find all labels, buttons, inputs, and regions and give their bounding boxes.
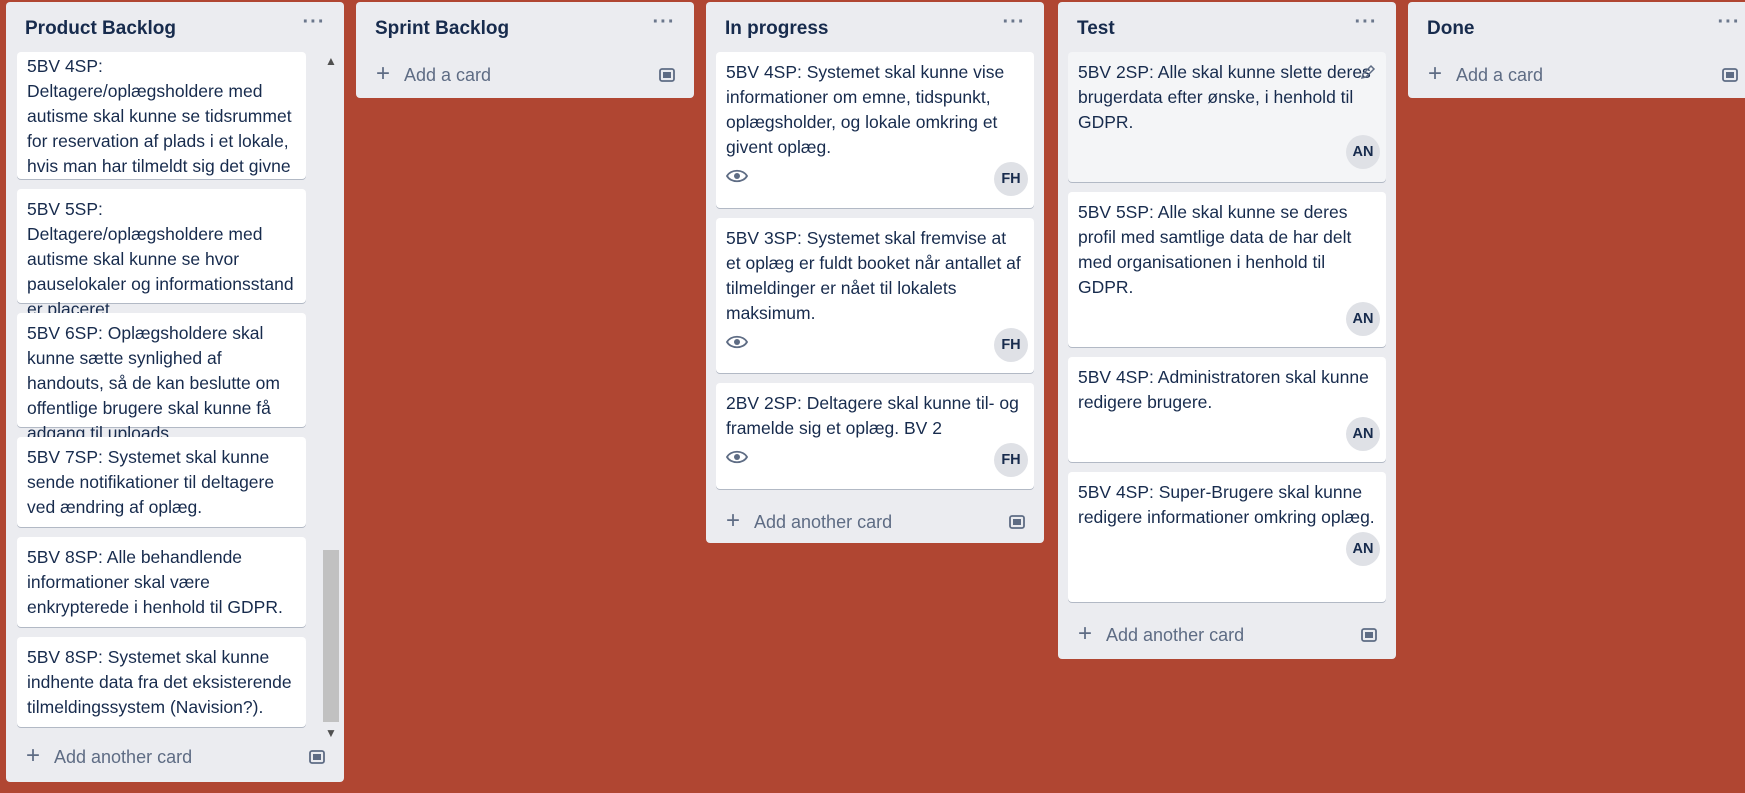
member-avatar[interactable]: FH [994, 328, 1028, 362]
card-badges: FH [726, 162, 1028, 198]
member-avatar[interactable]: AN [1346, 532, 1380, 566]
eye-icon [726, 169, 748, 183]
add-card-button[interactable]: + Add another card [6, 734, 344, 780]
add-card-button[interactable]: + Add a card [356, 52, 694, 98]
card[interactable]: 5BV 7SP: Systemet skal kunne sende notif… [17, 437, 306, 527]
scroll-thumb[interactable] [323, 550, 339, 722]
card[interactable]: 5BV 3SP: Systemet skal fremvise at et op… [716, 218, 1034, 373]
list-done: Done ··· + Add a card [1408, 2, 1745, 98]
list-header: Product Backlog ··· [6, 2, 344, 52]
card-title: 5BV 4SP: Systemet skal kunne vise inform… [726, 62, 1005, 157]
card-title: 5BV 4SP: Super-Brugere skal kunne redige… [1078, 482, 1375, 527]
card[interactable]: 5BV 4SP: Super-Brugere skal kunne redige… [1068, 472, 1386, 602]
eye-icon [726, 335, 748, 349]
add-card-label: Add another card [1106, 625, 1245, 645]
add-card-label: Add another card [54, 747, 193, 767]
card[interactable]: 5BV 8SP: Alle behandlende informationer … [17, 537, 306, 627]
member-avatar[interactable]: FH [994, 162, 1028, 196]
card-title: 5BV 4SP: Administratoren skal kunne redi… [1078, 367, 1369, 412]
card-template-icon[interactable] [1721, 66, 1739, 84]
card-template-icon[interactable] [658, 66, 676, 84]
list-title[interactable]: Test [1077, 18, 1115, 40]
card[interactable]: 2BV 2SP: Deltagere skal kunne til- og fr… [716, 383, 1034, 489]
card-title: 5BV 4SP: Deltagere/oplægsholdere med aut… [27, 56, 292, 176]
card-badges: AN [1078, 135, 1380, 171]
add-card-button[interactable]: + Add a card [1408, 52, 1745, 98]
more-horizontal-icon[interactable]: ··· [298, 12, 330, 38]
member-avatar[interactable]: FH [994, 443, 1028, 477]
add-card-label: Add a card [1456, 65, 1544, 85]
list-product-backlog: Product Backlog ··· 5BV 4SP: Deltagere/o… [6, 2, 344, 782]
add-card-label: Add another card [754, 512, 893, 532]
card-title: 5BV 8SP: Alle behandlende informationer … [27, 547, 283, 617]
list-header: Test ··· [1058, 2, 1396, 52]
card-template-icon[interactable] [1008, 513, 1026, 531]
card-title: 2BV 2SP: Deltagere skal kunne til- og fr… [726, 393, 1019, 438]
eye-icon [726, 450, 748, 464]
card-title: 5BV 5SP: Alle skal kunne se deres profil… [1078, 202, 1352, 297]
card[interactable]: 5BV 6SP: Oplægsholdere skal kunne sætte … [17, 313, 306, 443]
card-template-icon[interactable] [1360, 626, 1378, 644]
card-badges: AN [1078, 417, 1380, 453]
list-header: Sprint Backlog ··· [356, 2, 694, 52]
add-card-label: Add a card [404, 65, 492, 85]
list-test: Test ··· 5BV 2SP: Alle skal kunne slette… [1058, 2, 1396, 659]
add-card-button[interactable]: + Add another card [706, 499, 1044, 545]
card[interactable]: 5BV 2SP: Alle skal kunne slette deres br… [1068, 52, 1386, 182]
member-avatar[interactable]: AN [1346, 417, 1380, 451]
list-header: Done ··· [1408, 2, 1745, 52]
plus-icon: + [26, 742, 41, 769]
card-template-icon[interactable] [308, 748, 326, 766]
scroll-up-arrow-icon[interactable]: ▲ [322, 54, 340, 70]
list-in-progress: In progress ··· 5BV 4SP: Systemet skal k… [706, 2, 1044, 543]
card-badges: FH [726, 443, 1028, 479]
list-title[interactable]: Done [1427, 18, 1475, 40]
more-horizontal-icon[interactable]: ··· [648, 12, 680, 38]
list-title[interactable]: Product Backlog [25, 18, 176, 40]
list-scrollbar[interactable]: ▲ ▼ [320, 52, 340, 742]
list-title[interactable]: Sprint Backlog [375, 18, 509, 40]
card-title: 5BV 6SP: Oplægsholdere skal kunne sætte … [27, 323, 280, 443]
card-badges: AN [1078, 532, 1380, 568]
member-avatar[interactable]: AN [1346, 135, 1380, 169]
more-horizontal-icon[interactable]: ··· [1713, 12, 1745, 38]
card-list: 5BV 2SP: Alle skal kunne slette deres br… [1058, 52, 1396, 602]
more-horizontal-icon[interactable]: ··· [1350, 12, 1382, 38]
plus-icon: + [376, 60, 391, 87]
card-badges: AN [1078, 302, 1380, 338]
member-avatar[interactable]: AN [1346, 302, 1380, 336]
card-title: 5BV 7SP: Systemet skal kunne sende notif… [27, 447, 275, 517]
card-badges: FH [726, 328, 1028, 364]
list-header: In progress ··· [706, 2, 1044, 52]
card[interactable]: 5BV 4SP: Deltagere/oplægsholdere med aut… [17, 52, 306, 179]
card[interactable]: 5BV 5SP: Alle skal kunne se deres profil… [1068, 192, 1386, 347]
card-title: 5BV 3SP: Systemet skal fremvise at et op… [726, 228, 1021, 323]
card[interactable]: 5BV 4SP: Administratoren skal kunne redi… [1068, 357, 1386, 462]
card-list: 5BV 4SP: Deltagere/oplægsholdere med aut… [6, 52, 344, 727]
card-title: 5BV 2SP: Alle skal kunne slette deres br… [1078, 62, 1371, 132]
card-title: 5BV 5SP: Deltagere/oplægsholdere med aut… [27, 199, 294, 319]
card-list: 5BV 4SP: Systemet skal kunne vise inform… [706, 52, 1044, 489]
card[interactable]: 5BV 4SP: Systemet skal kunne vise inform… [716, 52, 1034, 208]
more-horizontal-icon[interactable]: ··· [998, 12, 1030, 38]
card[interactable]: 5BV 5SP: Deltagere/oplægsholdere med aut… [17, 189, 306, 319]
list-title[interactable]: In progress [725, 18, 828, 40]
card-title: 5BV 8SP: Systemet skal kunne indhente da… [27, 647, 292, 717]
list-sprint-backlog: Sprint Backlog ··· + Add a card [356, 2, 694, 98]
pencil-icon[interactable] [1360, 64, 1376, 80]
plus-icon: + [726, 507, 741, 534]
plus-icon: + [1428, 60, 1443, 87]
plus-icon: + [1078, 620, 1093, 647]
card[interactable]: 5BV 8SP: Systemet skal kunne indhente da… [17, 637, 306, 727]
add-card-button[interactable]: + Add another card [1058, 612, 1396, 658]
